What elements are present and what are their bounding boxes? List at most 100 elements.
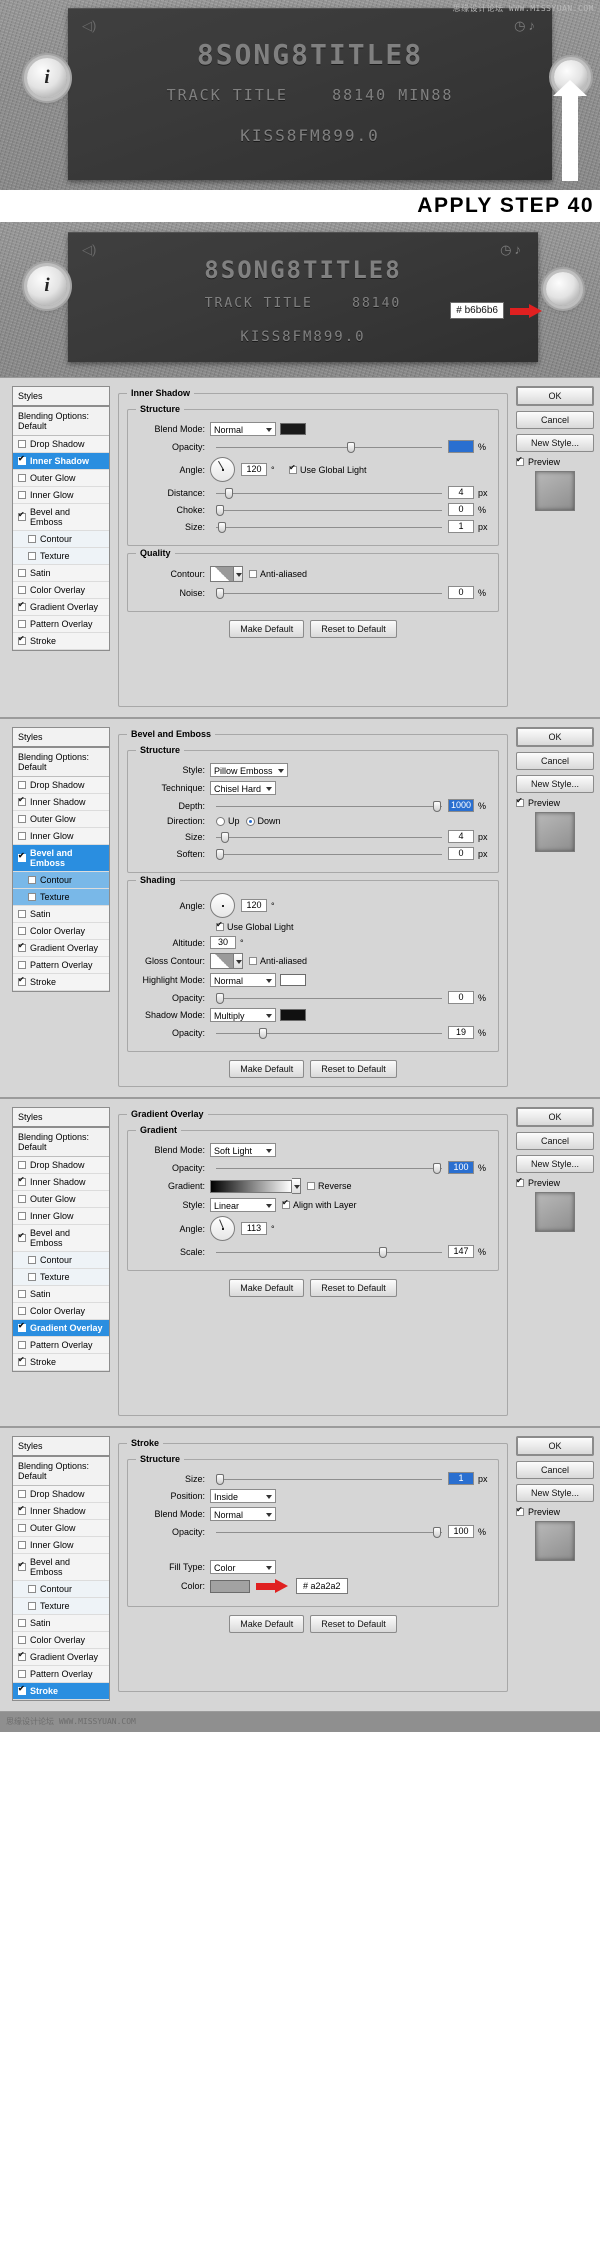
style-item-contour[interactable]: Contour (13, 872, 109, 889)
checkbox-color-overlay[interactable] (18, 586, 26, 594)
style-item-inner-glow[interactable]: Inner Glow (13, 1208, 109, 1225)
choke-slider[interactable] (216, 504, 442, 516)
checkbox-preview[interactable] (516, 1505, 524, 1516)
checkbox-inner-shadow[interactable] (18, 454, 26, 465)
fill-type-select[interactable]: Color (210, 1560, 276, 1574)
reset-to-default-button[interactable]: Reset to Default (310, 620, 397, 638)
style-item-texture[interactable]: Texture (13, 1598, 109, 1615)
style-item-color-overlay[interactable]: Color Overlay (13, 582, 109, 599)
noise-slider[interactable] (216, 587, 442, 599)
style-item-inner-shadow[interactable]: Inner Shadow (13, 1174, 109, 1191)
opacity-value[interactable] (448, 440, 474, 453)
size-value[interactable]: 1 (448, 520, 474, 533)
style-item-bevel-and-emboss[interactable]: Bevel and Emboss (13, 1225, 109, 1252)
style-item-inner-shadow[interactable]: Inner Shadow (13, 453, 109, 470)
style-item-drop-shadow[interactable]: Drop Shadow (13, 436, 109, 453)
style-item-color-overlay[interactable]: Color Overlay (13, 1303, 109, 1320)
style-item-outer-glow[interactable]: Outer Glow (13, 1191, 109, 1208)
style-item-pattern-overlay[interactable]: Pattern Overlay (13, 616, 109, 633)
style-item-bevel-and-emboss[interactable]: Bevel and Emboss (13, 845, 109, 872)
checkbox-pattern-overlay[interactable] (18, 1341, 26, 1349)
shadow-color-swatch[interactable] (280, 423, 306, 435)
shadow-mode-color-swatch[interactable] (280, 1009, 306, 1021)
checkbox-contour[interactable] (28, 1256, 36, 1264)
gradient-style-select[interactable]: Linear (210, 1198, 276, 1212)
preview-row[interactable]: Preview (516, 1505, 594, 1517)
ok-button[interactable]: OK (516, 1436, 594, 1456)
checkbox-anti-aliased[interactable] (249, 570, 257, 578)
checkbox-gradient-overlay[interactable] (18, 1321, 26, 1332)
blending-options-1[interactable]: Blending Options: Default (13, 407, 109, 436)
checkbox-texture[interactable] (28, 552, 36, 560)
gradient-dropdown-icon[interactable] (292, 1178, 301, 1194)
checkbox-stroke[interactable] (18, 975, 26, 986)
cancel-button[interactable]: Cancel (516, 752, 594, 770)
direction-down-option[interactable]: Down (245, 816, 281, 826)
checkbox-texture[interactable] (28, 893, 36, 901)
checkbox-preview[interactable] (516, 796, 524, 807)
style-item-inner-glow[interactable]: Inner Glow (13, 487, 109, 504)
style-item-gradient-overlay[interactable]: Gradient Overlay (13, 1649, 109, 1666)
checkbox-gradient-overlay[interactable] (18, 600, 26, 611)
style-item-pattern-overlay[interactable]: Pattern Overlay (13, 1666, 109, 1683)
new-style-button[interactable]: New Style... (516, 1484, 594, 1502)
preview-row[interactable]: Preview (516, 455, 594, 467)
radio-up[interactable] (216, 816, 225, 826)
checkbox-anti-aliased-2[interactable] (249, 957, 257, 965)
checkbox-stroke[interactable] (18, 1684, 26, 1695)
style-item-texture[interactable]: Texture (13, 889, 109, 906)
checkbox-color-overlay[interactable] (18, 1307, 26, 1315)
style-item-stroke[interactable]: Stroke (13, 974, 109, 991)
checkbox-bevel-and-emboss[interactable] (18, 1231, 26, 1242)
position-select[interactable]: Inside (210, 1489, 276, 1503)
use-global-light-toggle[interactable]: Use Global Light (289, 463, 367, 475)
stroke-size-value[interactable]: 1 (448, 1472, 474, 1485)
checkbox-reverse[interactable] (307, 1182, 315, 1190)
checkbox-stroke[interactable] (18, 1355, 26, 1366)
checkbox-pattern-overlay[interactable] (18, 620, 26, 628)
new-style-button[interactable]: New Style... (516, 1155, 594, 1173)
style-item-inner-glow[interactable]: Inner Glow (13, 828, 109, 845)
blending-options-3[interactable]: Blending Options: Default (13, 1128, 109, 1157)
style-item-outer-glow[interactable]: Outer Glow (13, 811, 109, 828)
use-global-light-toggle-2[interactable]: Use Global Light (216, 920, 294, 932)
checkbox-inner-glow[interactable] (18, 1541, 26, 1549)
distance-slider[interactable] (216, 487, 442, 499)
cancel-button[interactable]: Cancel (516, 411, 594, 429)
shading-angle-value[interactable]: 120 (241, 899, 267, 912)
highlight-opacity-value[interactable]: 0 (448, 991, 474, 1004)
blending-options-4[interactable]: Blending Options: Default (13, 1457, 109, 1486)
scale-slider[interactable] (216, 1246, 442, 1258)
gradient-opacity-value[interactable]: 100 (448, 1161, 474, 1174)
gloss-contour-preview[interactable] (210, 953, 234, 969)
checkbox-texture[interactable] (28, 1273, 36, 1281)
make-default-button[interactable]: Make Default (229, 1279, 305, 1297)
stroke-size-slider[interactable] (216, 1473, 442, 1485)
checkbox-inner-glow[interactable] (18, 1212, 26, 1220)
style-item-inner-shadow[interactable]: Inner Shadow (13, 794, 109, 811)
checkbox-drop-shadow[interactable] (18, 440, 26, 448)
highlight-mode-select[interactable]: Normal (210, 973, 276, 987)
checkbox-pattern-overlay[interactable] (18, 961, 26, 969)
technique-select[interactable]: Chisel Hard (210, 781, 277, 795)
style-item-stroke[interactable]: Stroke (13, 1683, 109, 1700)
highlight-color-swatch[interactable] (280, 974, 306, 986)
checkbox-gradient-overlay[interactable] (18, 1650, 26, 1661)
style-item-contour[interactable]: Contour (13, 1581, 109, 1598)
checkbox-contour[interactable] (28, 535, 36, 543)
opacity-slider[interactable] (216, 441, 442, 453)
checkbox-satin[interactable] (18, 569, 26, 577)
style-item-pattern-overlay[interactable]: Pattern Overlay (13, 1337, 109, 1354)
checkbox-color-overlay[interactable] (18, 1636, 26, 1644)
cancel-button[interactable]: Cancel (516, 1132, 594, 1150)
new-style-button[interactable]: New Style... (516, 775, 594, 793)
blend-mode-select[interactable]: Normal (210, 422, 276, 436)
choke-value[interactable]: 0 (448, 503, 474, 516)
style-item-outer-glow[interactable]: Outer Glow (13, 1520, 109, 1537)
style-item-gradient-overlay[interactable]: Gradient Overlay (13, 940, 109, 957)
style-item-bevel-and-emboss[interactable]: Bevel and Emboss (13, 1554, 109, 1581)
checkbox-satin[interactable] (18, 910, 26, 918)
cancel-button[interactable]: Cancel (516, 1461, 594, 1479)
style-item-stroke[interactable]: Stroke (13, 1354, 109, 1371)
contour-dropdown-icon[interactable] (234, 566, 243, 582)
